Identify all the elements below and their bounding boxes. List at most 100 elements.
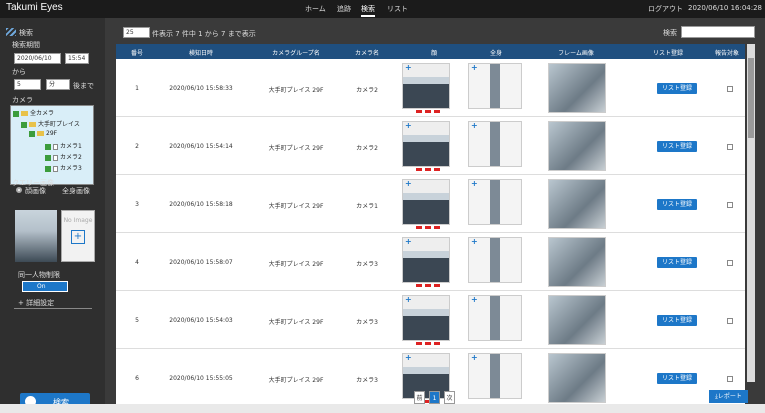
row-number: 4	[135, 259, 139, 266]
list-register-button[interactable]: リスト登録	[657, 257, 697, 268]
panel-title: 検索	[19, 29, 33, 37]
camera-label: カメラ	[12, 96, 33, 104]
add-query-icon[interactable]: +	[405, 353, 412, 362]
table-row: 4 2020/06/10 15:58:07 大手町プレイス 29F カメラ3 + + リスト…	[116, 234, 745, 291]
col-camera[interactable]: カメラ名	[348, 48, 386, 57]
col-face[interactable]: 顔	[416, 48, 452, 57]
advanced-settings-link[interactable]: + 詳細設定	[18, 298, 54, 308]
table-scrollbar[interactable]	[747, 44, 755, 382]
frame-image[interactable]	[548, 179, 606, 229]
add-query-icon[interactable]: +	[405, 295, 412, 304]
row-datetime: 2020/06/10 15:58:33	[169, 85, 233, 92]
add-query-icon[interactable]: +	[405, 179, 412, 188]
row-camera-name: カメラ3	[356, 319, 378, 326]
folder-icon	[29, 122, 36, 127]
page-current[interactable]: 1	[429, 391, 440, 404]
tree-item-all[interactable]: 全カメラ	[13, 108, 54, 117]
match-score-bar	[416, 342, 440, 345]
after-label: 後まで	[73, 82, 94, 90]
tree-item-camera3[interactable]: カメラ3	[45, 163, 82, 172]
time-input[interactable]: 15:54	[65, 53, 89, 64]
add-image-icon[interactable]: +	[71, 230, 85, 244]
page-size-select[interactable]: 25	[123, 27, 150, 38]
amount-select[interactable]: 5	[14, 79, 41, 90]
col-datetime[interactable]: 検知日時	[176, 48, 226, 57]
frame-image[interactable]	[548, 353, 606, 403]
unit-select[interactable]: 分	[46, 79, 70, 90]
face-radio[interactable]	[16, 187, 22, 193]
camera-tree[interactable]: 全カメラ 大手町プレイス 29F カメラ1 カメラ2 カメラ3	[10, 105, 94, 185]
add-query-icon[interactable]: +	[471, 295, 478, 304]
nav-tracking[interactable]: 追跡	[337, 4, 351, 14]
col-report: 報告対象	[714, 50, 739, 57]
row-camera-name: カメラ2	[356, 145, 378, 152]
search-panel-icon	[6, 28, 16, 36]
nav-search[interactable]: 検索	[361, 4, 375, 17]
frame-image[interactable]	[548, 121, 606, 171]
checked-icon	[29, 130, 35, 137]
logout-link[interactable]: ログアウト	[648, 4, 683, 14]
row-datetime: 2020/06/10 15:55:05	[169, 375, 233, 382]
scrollbar-thumb[interactable]	[748, 58, 754, 138]
add-query-icon[interactable]: +	[405, 121, 412, 130]
row-camera-group: 大手町プレイス 29F	[268, 319, 324, 326]
query-face-image[interactable]	[15, 210, 57, 262]
table-search-label: 検索	[663, 29, 677, 37]
col-group[interactable]: カメラグループ名	[264, 48, 328, 57]
tree-item-place[interactable]: 大手町プレイス	[21, 119, 80, 128]
brand-logo: Takumi Eyes	[6, 2, 63, 13]
camera-file-icon	[53, 165, 58, 172]
page-prev[interactable]: 前	[414, 391, 425, 404]
add-query-icon[interactable]: +	[471, 353, 478, 362]
add-query-icon[interactable]: +	[471, 237, 478, 246]
report-checkbox[interactable]	[727, 144, 733, 150]
checked-icon	[13, 110, 19, 117]
checked-icon	[45, 165, 51, 172]
frame-image[interactable]	[548, 237, 606, 287]
report-checkbox[interactable]	[727, 260, 733, 266]
add-query-icon[interactable]: +	[471, 63, 478, 72]
frame-image[interactable]	[548, 295, 606, 345]
nav-home[interactable]: ホーム	[305, 4, 326, 14]
report-checkbox[interactable]	[727, 86, 733, 92]
row-camera-group: 大手町プレイス 29F	[268, 377, 324, 384]
nav-list[interactable]: リスト	[387, 4, 408, 14]
current-datetime: 2020/06/10 16:04:28	[688, 4, 763, 12]
period-label: 検索期間	[12, 41, 40, 49]
col-no[interactable]: 番号	[126, 48, 148, 57]
row-camera-name: カメラ1	[356, 203, 378, 210]
report-checkbox[interactable]	[727, 202, 733, 208]
list-register-button[interactable]: リスト登録	[657, 373, 697, 384]
tree-item-camera2[interactable]: カメラ2	[45, 152, 82, 161]
folder-icon	[37, 131, 44, 136]
list-register-button[interactable]: リスト登録	[657, 141, 697, 152]
report-button[interactable]: ⤓レポート	[709, 390, 748, 403]
report-checkbox[interactable]	[727, 376, 733, 382]
tree-item-camera1[interactable]: カメラ1	[45, 141, 82, 150]
face-label: 顔画像	[25, 187, 46, 195]
list-register-button[interactable]: リスト登録	[657, 83, 697, 94]
row-number: 6	[135, 375, 139, 382]
no-image-label: No Image	[63, 217, 93, 224]
page-next[interactable]: 次	[444, 391, 455, 404]
row-camera-name: カメラ3	[356, 377, 378, 384]
col-body[interactable]: 全身	[478, 48, 514, 57]
add-query-icon[interactable]: +	[405, 237, 412, 246]
row-datetime: 2020/06/10 15:58:18	[169, 201, 233, 208]
add-query-icon[interactable]: +	[405, 63, 412, 72]
list-register-button[interactable]: リスト登録	[657, 315, 697, 326]
table-row: 2 2020/06/10 15:54:14 大手町プレイス 29F カメラ2 + + リスト…	[116, 118, 745, 175]
date-input[interactable]: 2020/06/10	[14, 53, 61, 64]
add-query-icon[interactable]: +	[471, 179, 478, 188]
body-label: 全身画像	[62, 187, 90, 195]
same-person-toggle[interactable]: On	[22, 281, 68, 292]
add-query-icon[interactable]: +	[471, 121, 478, 130]
frame-image[interactable]	[548, 63, 606, 113]
list-register-button[interactable]: リスト登録	[657, 199, 697, 210]
row-camera-group: 大手町プレイス 29F	[268, 145, 324, 152]
query-body-image[interactable]: No Image +	[61, 210, 95, 262]
table-search-input[interactable]	[681, 26, 755, 38]
tree-item-floor[interactable]: 29F	[29, 130, 57, 139]
report-checkbox[interactable]	[727, 318, 733, 324]
camera-file-icon	[53, 143, 58, 150]
